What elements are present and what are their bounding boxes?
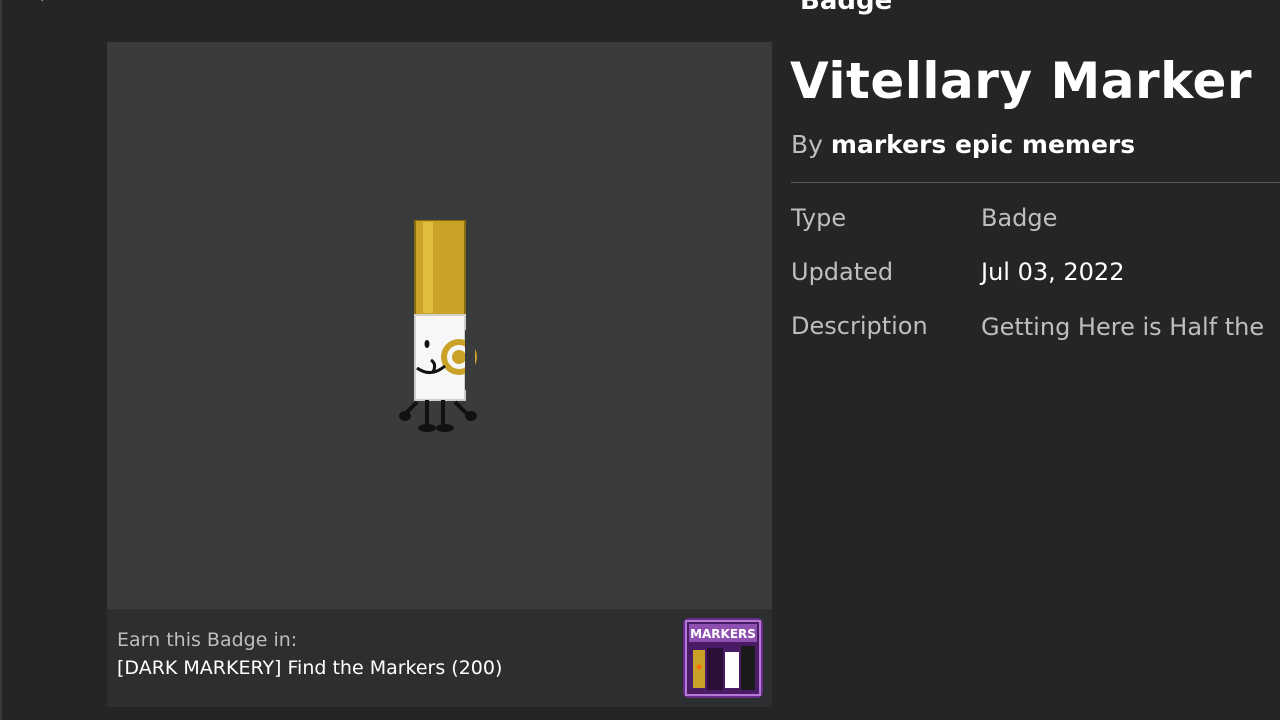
left-edge-divider bbox=[0, 0, 2, 720]
page-header-title: Badge bbox=[800, 0, 893, 16]
game-icon-text: MARKERS bbox=[690, 627, 756, 641]
back-icon[interactable]: ‹ bbox=[36, 0, 45, 9]
badge-thumbnail bbox=[107, 42, 772, 609]
description-value-container: Getting Here is Half the bbox=[981, 313, 1280, 347]
creator-byline: By markers epic memers bbox=[791, 130, 1135, 159]
type-value: Badge bbox=[981, 204, 1058, 232]
details-divider bbox=[791, 182, 1280, 183]
type-label: Type bbox=[791, 204, 847, 232]
badge-image bbox=[399, 220, 477, 432]
game-link[interactable]: [DARK MARKERY] Find the Markers (200) bbox=[117, 657, 502, 679]
game-icon[interactable]: MARKERS ★ bbox=[683, 618, 763, 698]
updated-value: Jul 03, 2022 bbox=[981, 258, 1125, 286]
creator-link[interactable]: markers epic memers bbox=[831, 130, 1135, 159]
description-label: Description bbox=[791, 312, 928, 340]
earn-badge-panel: Earn this Badge in: [DARK MARKERY] Find … bbox=[107, 609, 772, 707]
badge-title: Vitellary Marker bbox=[790, 52, 1253, 110]
updated-label: Updated bbox=[791, 258, 894, 286]
svg-text:★: ★ bbox=[695, 662, 704, 673]
by-prefix: By bbox=[791, 130, 823, 159]
badge-details-page: ‹ Badge Earn this Ba bbox=[0, 0, 1280, 720]
earn-badge-label: Earn this Badge in: bbox=[117, 629, 298, 651]
description-value: Getting Here is Half the bbox=[981, 313, 1265, 341]
